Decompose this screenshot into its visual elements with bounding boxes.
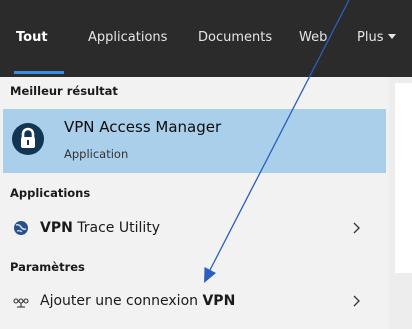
add-vpn-connection-row[interactable]: Ajouter une connexion VPN <box>0 284 389 320</box>
caret-down-icon <box>388 34 397 39</box>
label-highlight: VPN <box>202 293 236 309</box>
settings-result-label: Ajouter une connexion VPN <box>40 293 235 309</box>
section-settings: Paramètres <box>10 260 85 274</box>
best-result-subtitle: Application <box>64 147 129 161</box>
chevron-right-icon[interactable] <box>348 219 364 237</box>
best-result-vpn-access-manager[interactable]: VPN Access Manager Application <box>3 109 386 173</box>
tab-web[interactable]: Web <box>299 30 327 45</box>
tab-more[interactable]: Plus <box>357 30 397 45</box>
label-rest: Trace Utility <box>72 220 161 236</box>
tab-documents[interactable]: Documents <box>198 30 272 45</box>
search-window: Tout Applications Documents Web Plus Mei… <box>0 0 412 329</box>
preview-pane-edge <box>389 77 412 329</box>
app-result-label: VPN Trace Utility <box>40 220 160 236</box>
app-result-vpn-trace-utility[interactable]: VPN Trace Utility <box>0 211 389 247</box>
preview-pane <box>395 83 412 273</box>
vpn-lock-icon <box>12 123 44 155</box>
globe-vpn-icon <box>13 220 29 240</box>
tab-applications[interactable]: Applications <box>88 30 167 45</box>
section-best-match: Meilleur résultat <box>10 84 118 98</box>
tab-all[interactable]: Tout <box>16 30 48 45</box>
tab-more-label: Plus <box>357 30 384 45</box>
search-tab-bar: Tout Applications Documents Web Plus <box>0 0 412 77</box>
section-applications: Applications <box>10 186 91 200</box>
active-tab-indicator <box>14 71 64 74</box>
vpn-network-icon <box>13 295 29 314</box>
chevron-right-icon[interactable] <box>348 292 364 310</box>
best-result-title: VPN Access Manager <box>64 118 222 136</box>
label-rest: Ajouter une connexion <box>40 293 203 309</box>
label-highlight: VPN <box>40 220 73 236</box>
